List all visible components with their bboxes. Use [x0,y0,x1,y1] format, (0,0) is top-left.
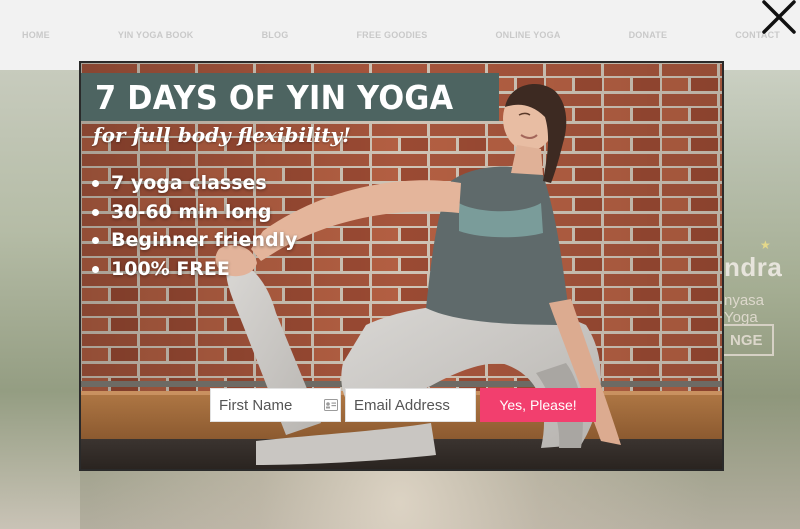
title-banner: 7 DAYS OF YIN YOGA [81,73,499,121]
email-field[interactable] [345,388,476,422]
popup-subtitle: for full body flexibility! [93,123,351,147]
submit-button[interactable]: Yes, Please! [480,388,596,422]
close-button[interactable] [758,0,798,34]
feature-item: 100% FREE [89,255,297,284]
feature-item: 7 yoga classes [89,169,297,198]
feature-item: 30-60 min long [89,198,297,227]
first-name-field[interactable] [210,388,341,422]
star-icon: ★ [760,238,771,252]
nav-item-free-goodies[interactable]: FREE GOODIES [356,30,427,40]
nav-item-yin-yoga-book[interactable]: YIN YOGA BOOK [118,30,194,40]
hero-subtitle: nyasa Yoga [724,292,765,326]
contact-card-icon [324,399,338,411]
hero-button: NGE [722,324,774,356]
nav-item-home[interactable]: HOME [22,30,50,40]
close-icon [762,0,796,34]
nav-item-donate[interactable]: DONATE [629,30,668,40]
feature-item: Beginner friendly [89,226,297,255]
site-nav: HOME YIN YOGA BOOK BLOG FREE GOODIES ONL… [0,0,800,70]
nav-item-online-yoga[interactable]: ONLINE YOGA [495,30,560,40]
nav-item-blog[interactable]: BLOG [262,30,289,40]
popup-title: 7 DAYS OF YIN YOGA [95,77,454,117]
hero-name: ndra [724,252,783,282]
background-hero-image [0,70,80,529]
optin-popup: 7 DAYS OF YIN YOGA for full body flexibi… [79,61,724,471]
feature-list: 7 yoga classes 30-60 min long Beginner f… [89,169,297,283]
